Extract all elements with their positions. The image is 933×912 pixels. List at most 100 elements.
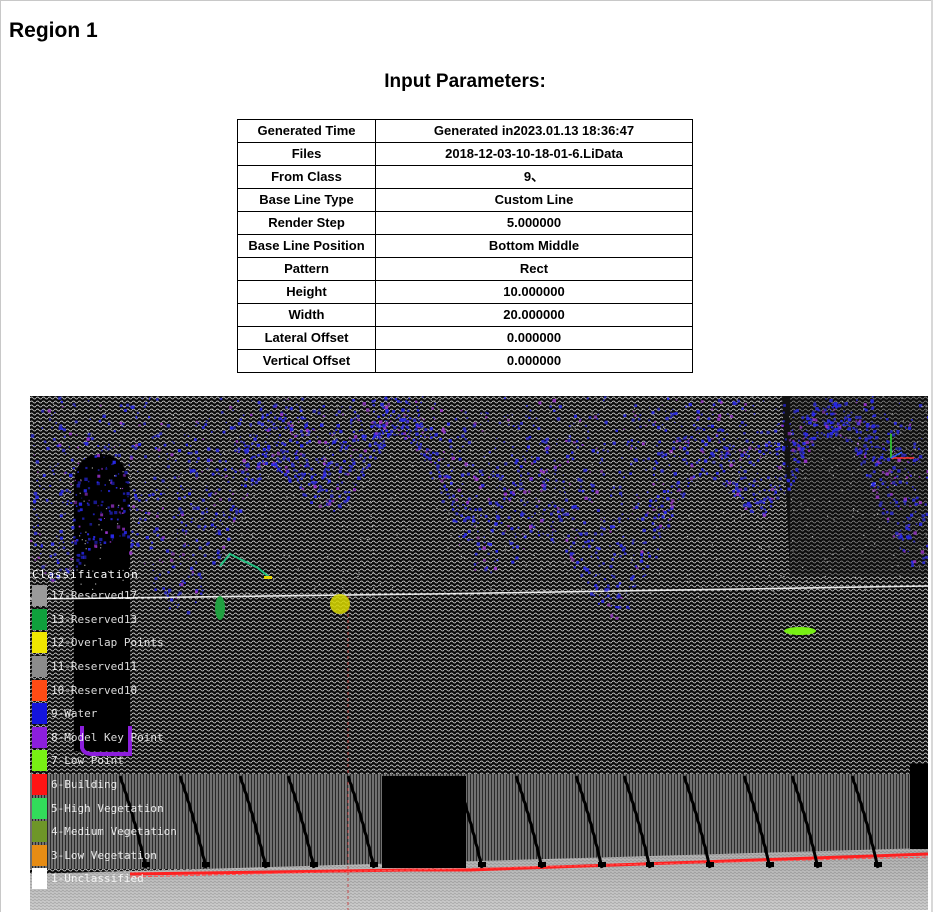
vegetation-point [793,410,797,414]
vegetation-point [225,421,227,424]
vegetation-point [465,517,467,519]
ground-point [918,518,920,521]
vegetation-point [195,539,199,542]
vegetation-point [389,420,392,423]
vegetation-point [903,521,905,523]
ground-point [236,437,238,439]
legend-item: 9-Water [32,702,172,726]
vegetation-point [700,413,703,416]
ground-point [897,426,899,428]
ground-point [577,422,579,424]
vegetation-point [429,433,432,435]
ground-point [902,420,904,422]
ground-point [384,500,386,502]
vegetation-point [756,431,759,434]
vegetation-point [615,616,619,620]
vegetation-point [239,509,243,513]
ground-point [852,515,854,518]
ground-point [203,433,205,435]
vegetation-point [318,488,322,492]
vegetation-point [735,402,738,405]
vegetation-point [581,444,584,446]
vegetation-point [503,492,507,496]
ground-point [736,496,738,499]
vegetation-point [866,423,870,427]
vegetation-point [500,506,504,509]
ground-point [370,515,372,517]
vegetation-point [879,478,883,481]
ground-point [859,428,861,430]
vegetation-point [64,513,66,515]
ground-point [155,462,157,464]
vegetation-point [637,496,640,499]
vegetation-point [777,457,779,459]
vegetation-point [246,472,250,476]
ground-point [358,468,360,470]
ground-point [712,444,714,446]
ground-point [121,400,124,402]
vegetation-point [265,416,267,418]
vegetation-point [204,423,208,426]
vegetation-point [872,456,876,460]
ground-point [221,464,223,466]
ground-point [423,590,425,592]
vegetation-point [196,506,200,510]
ground-point [362,482,364,484]
point-cloud-viewport[interactable]: Classification 17-Reserved17 13-Reserved… [30,396,928,910]
vegetation-point [488,501,493,505]
vegetation-point [298,421,300,423]
ground-point [713,461,715,463]
vegetation-point [927,416,928,419]
ground-point [288,555,290,557]
vegetation-point [210,523,214,527]
ground-point [108,479,111,481]
vegetation-point [721,467,723,470]
vegetation-point [89,523,93,526]
ground-point [265,505,267,507]
vegetation-point [612,441,616,445]
ground-point [172,421,174,423]
vegetation-point [328,502,332,506]
vegetation-point [712,403,716,407]
vegetation-point [277,441,279,443]
vegetation-point [854,447,858,450]
vegetation-point [546,437,549,441]
vegetation-point [550,525,553,528]
vegetation-point [510,454,514,457]
vegetation-point [582,545,585,548]
vegetation-point [865,428,869,431]
vegetation-point [262,447,266,452]
vegetation-point [571,517,575,521]
vegetation-point [744,476,747,480]
vegetation-point [345,452,347,454]
vegetation-point [599,594,601,597]
ground-point [171,410,173,412]
vegetation-point [451,456,455,461]
vegetation-point [550,512,553,516]
ground-point [202,572,204,574]
vegetation-point [124,475,126,477]
vegetation-point [299,464,302,467]
vegetation-point [176,538,178,540]
ground-point [574,585,576,587]
ground-point [851,473,853,475]
ground-point [389,455,392,457]
vegetation-point [372,449,376,452]
vegetation-point [562,480,565,483]
vegetation-point [844,419,846,421]
vegetation-point [604,420,608,424]
vegetation-point [86,437,90,441]
vegetation-point [108,443,110,446]
vegetation-point [909,423,912,426]
vegetation-point [69,491,71,493]
vegetation-point [872,415,874,418]
vegetation-point [612,519,615,522]
ground-point [789,416,791,418]
ground-point [390,565,392,567]
ground-point [123,406,125,408]
vegetation-point [147,512,151,515]
vegetation-point [808,434,810,436]
ground-point [79,492,81,494]
vegetation-point [834,405,836,407]
vegetation-point [782,411,785,414]
